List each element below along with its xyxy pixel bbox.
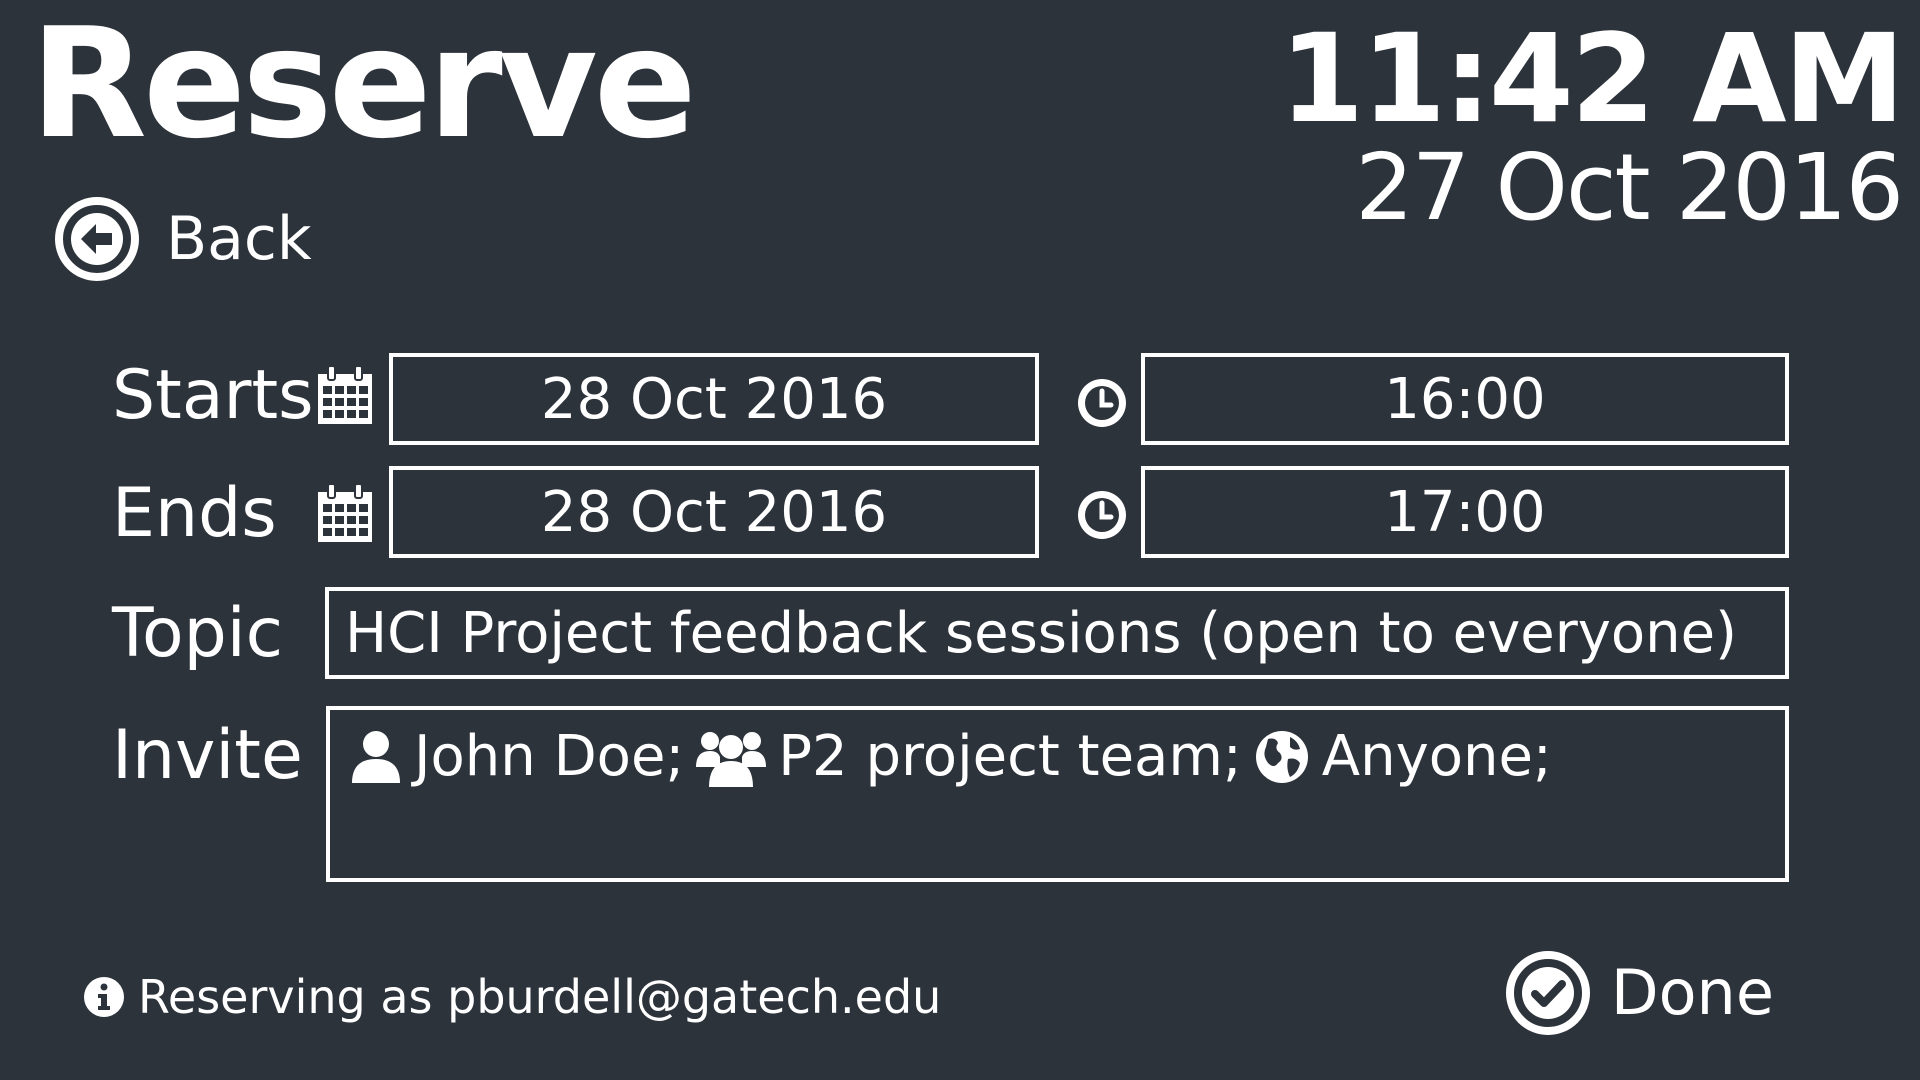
ends-label: Ends (112, 474, 277, 553)
users-icon (696, 731, 767, 787)
back-label: Back (166, 204, 312, 274)
clock-icon (1078, 491, 1126, 539)
end-time-field[interactable]: 17:00 (1141, 466, 1789, 558)
calendar-icon (318, 365, 372, 424)
start-date-field[interactable]: 28 Oct 2016 (389, 353, 1039, 445)
user-icon (352, 730, 400, 783)
done-label: Done (1610, 956, 1774, 1029)
back-arrow-icon (55, 197, 139, 281)
start-time-field[interactable]: 16:00 (1141, 353, 1789, 445)
info-icon (84, 977, 124, 1017)
check-circle-icon (1505, 951, 1590, 1035)
invitee-chip[interactable]: John Doe; (350, 724, 684, 789)
back-button[interactable]: Back (54, 196, 312, 282)
starts-label: Starts (112, 356, 314, 435)
page-title: Reserve (30, 0, 697, 172)
clock: 11:42 AM 27 Oct 2016 (1279, 8, 1905, 241)
globe-icon (1255, 730, 1308, 783)
invitee-label: P2 project team; (778, 724, 1242, 789)
end-date-field[interactable]: 28 Oct 2016 (389, 466, 1039, 558)
calendar-icon (318, 483, 372, 542)
current-date: 27 Oct 2016 (1355, 134, 1904, 241)
reserving-as-text: Reserving as pburdell@gatech.edu (138, 970, 942, 1024)
invitee-label: Anyone; (1321, 724, 1552, 789)
invite-field[interactable]: John Doe; P2 project team; Anyone; (326, 706, 1789, 882)
invitee-label: John Doe; (414, 724, 685, 789)
clock-icon (1078, 379, 1126, 427)
invite-label: Invite (112, 716, 303, 795)
invitee-chip[interactable]: Anyone; (1254, 724, 1552, 789)
invitee-chip[interactable]: P2 project team; (696, 724, 1242, 789)
reserve-screen: Reserve 11:42 AM 27 Oct 2016 Back Starts… (0, 0, 1920, 1080)
reserving-as-info: Reserving as pburdell@gatech.edu (82, 970, 941, 1024)
current-time: 11:42 AM (1279, 8, 1905, 150)
done-button[interactable]: Done (1505, 950, 1774, 1036)
topic-label: Topic (112, 594, 284, 673)
topic-field[interactable]: HCI Project feedback sessions (open to e… (325, 587, 1789, 679)
